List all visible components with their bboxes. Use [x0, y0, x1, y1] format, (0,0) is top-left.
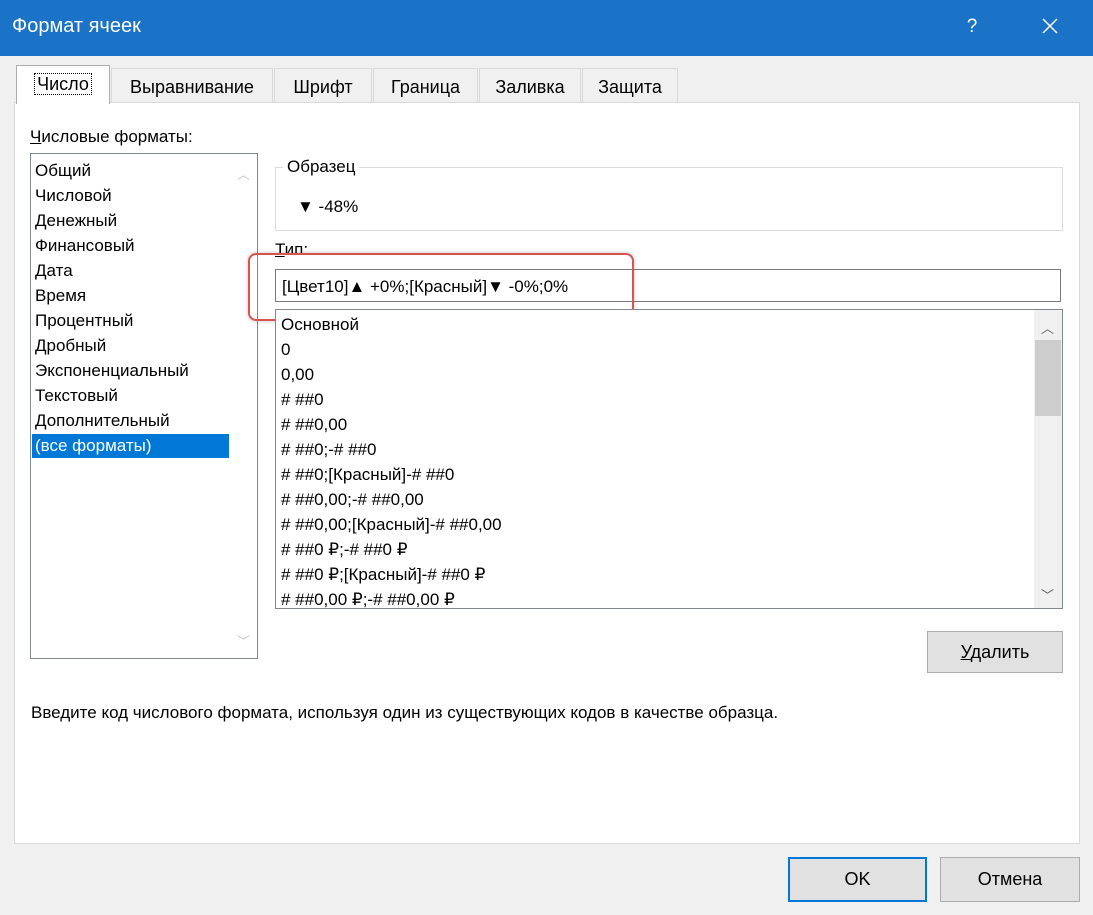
tab-label: Заливка	[495, 77, 565, 97]
list-item[interactable]: Дробный	[35, 334, 106, 358]
tab-label: Шрифт	[293, 77, 353, 97]
list-item[interactable]: # ##0,00 ₽;-# ##0,00 ₽	[281, 587, 455, 608]
sample-legend: Образец	[283, 157, 360, 177]
format-code-list[interactable]: Основной 0 0,00 # ##0 # ##0,00 # ##0;-# …	[275, 309, 1063, 609]
list-item[interactable]: Экспоненциальный	[35, 359, 189, 383]
number-tab-panel: Числовые форматы: Общий Числовой Денежны…	[14, 102, 1080, 844]
tab-fill[interactable]: Заливка	[479, 68, 581, 103]
delete-button[interactable]: Удалить	[927, 631, 1063, 673]
hint-text: Введите код числового формата, используя…	[31, 703, 779, 722]
list-item[interactable]: Время	[35, 284, 86, 308]
list-item[interactable]: Основной	[281, 312, 359, 337]
ok-button[interactable]: OK	[788, 857, 927, 902]
list-item[interactable]: # ##0;[Красный]-# ##0	[281, 462, 454, 487]
list-item[interactable]: # ##0,00;-# ##0,00	[281, 487, 424, 512]
list-item[interactable]: Общий	[35, 159, 91, 183]
tab-protection[interactable]: Защита	[582, 68, 678, 103]
close-icon	[1042, 18, 1058, 34]
list-item[interactable]: 0,00	[281, 362, 314, 387]
category-scrollbar[interactable]: ︿ ﹀	[229, 154, 257, 658]
list-item[interactable]: Денежный	[35, 209, 117, 233]
list-item[interactable]: 0	[281, 337, 290, 362]
list-item[interactable]: # ##0,00	[281, 412, 347, 437]
close-button[interactable]	[1030, 10, 1070, 44]
scrollbar-thumb[interactable]	[1035, 340, 1061, 416]
tab-label: Число	[34, 73, 92, 95]
list-item[interactable]: # ##0 ₽;[Красный]-# ##0 ₽	[281, 562, 485, 587]
help-button[interactable]: ?	[955, 10, 989, 44]
tab-alignment[interactable]: Выравнивание	[111, 68, 273, 103]
sample-value: ▼ -48%	[297, 197, 359, 216]
title-bar: Формат ячеек ?	[0, 0, 1093, 56]
list-item[interactable]: Процентный	[35, 309, 133, 333]
chevron-down-icon[interactable]: ﹀	[1041, 585, 1054, 604]
list-item[interactable]: Финансовый	[35, 234, 135, 258]
tab-border[interactable]: Граница	[373, 68, 478, 103]
list-item[interactable]: Числовой	[35, 184, 112, 208]
list-item[interactable]: # ##0 ₽;-# ##0 ₽	[281, 537, 408, 562]
category-label: Числовые форматы:	[30, 127, 193, 146]
window-title: Формат ячеек	[12, 15, 141, 37]
tab-number[interactable]: Число	[16, 65, 110, 104]
category-list[interactable]: Общий Числовой Денежный Финансовый Дата …	[30, 153, 258, 659]
cancel-button[interactable]: Отмена	[940, 857, 1080, 902]
tab-label: Граница	[390, 77, 461, 97]
tab-label: Защита	[598, 77, 662, 97]
list-item[interactable]: Дополнительный	[35, 409, 170, 433]
tab-label: Выравнивание	[130, 77, 254, 97]
list-item[interactable]: # ##0;-# ##0	[281, 437, 376, 462]
list-item[interactable]: # ##0	[281, 387, 324, 412]
format-scrollbar[interactable]: ︿ ﹀	[1034, 310, 1062, 608]
list-item[interactable]: # ##0,00;[Красный]-# ##0,00	[281, 512, 502, 537]
sample-group	[275, 167, 1063, 231]
chevron-down-icon[interactable]: ﹀	[237, 631, 250, 650]
list-item[interactable]: Текстовый	[35, 384, 118, 408]
tab-font[interactable]: Шрифт	[274, 68, 372, 103]
chevron-up-icon[interactable]: ︿	[237, 164, 250, 183]
chevron-up-icon[interactable]: ︿	[1041, 318, 1054, 337]
list-item-selected[interactable]: (все форматы)	[32, 434, 230, 458]
list-item[interactable]: Дата	[35, 259, 73, 283]
